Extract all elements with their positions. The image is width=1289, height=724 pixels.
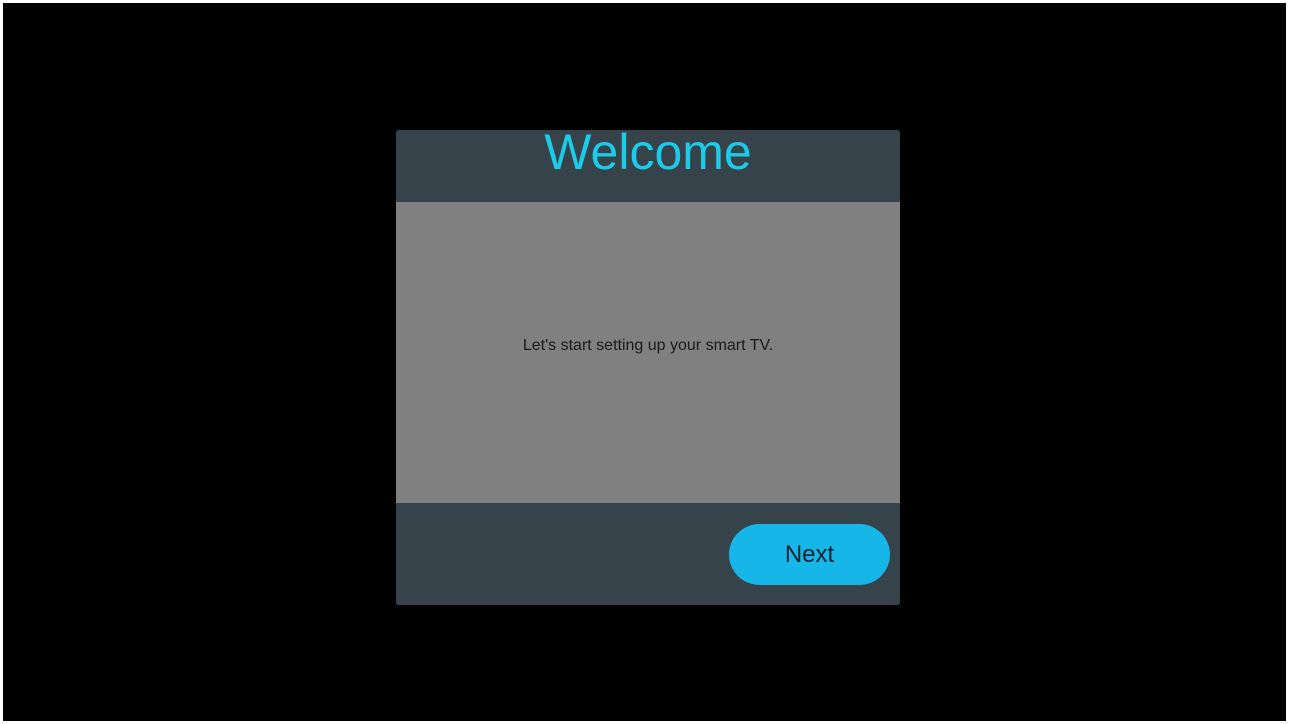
next-button[interactable]: Next (729, 524, 890, 585)
dialog-footer: Next (396, 503, 900, 605)
dialog-header: Welcome (396, 130, 900, 202)
tv-screen: Welcome Let's start setting up your smar… (3, 3, 1286, 721)
welcome-dialog: Welcome Let's start setting up your smar… (396, 130, 900, 605)
dialog-title: Welcome (544, 130, 752, 181)
dialog-message: Let's start setting up your smart TV. (522, 336, 774, 354)
dialog-body: Let's start setting up your smart TV. (396, 202, 900, 503)
